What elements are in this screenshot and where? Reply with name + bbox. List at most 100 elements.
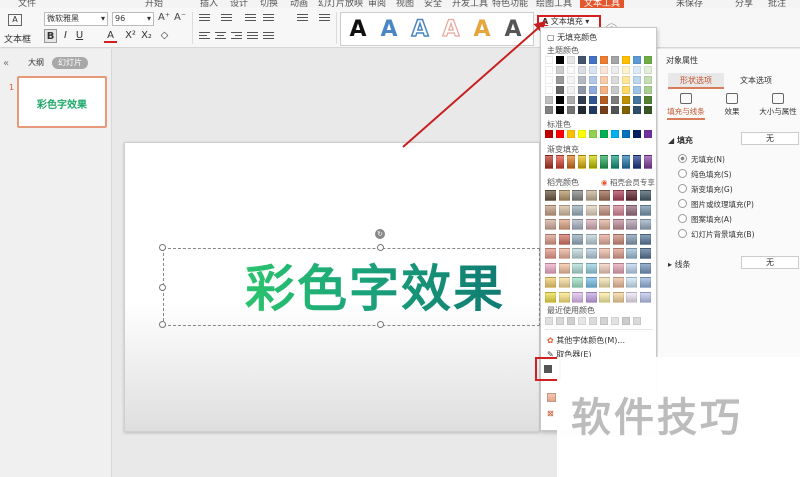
subtab-effects[interactable]: 效果 — [712, 93, 752, 117]
color-swatch[interactable] — [611, 106, 619, 114]
texture-swatch[interactable] — [585, 204, 597, 216]
style-preset-6[interactable]: A — [498, 13, 528, 47]
color-swatch[interactable] — [633, 86, 641, 94]
bullet-list-icon[interactable] — [198, 12, 211, 25]
texture-swatch[interactable] — [585, 277, 597, 288]
color-swatch[interactable] — [633, 56, 641, 64]
texture-swatch[interactable] — [626, 277, 637, 288]
color-swatch[interactable] — [556, 130, 564, 138]
gradient-swatch[interactable] — [644, 155, 652, 169]
unsaved-label[interactable]: 未保存 — [676, 0, 703, 8]
color-swatch[interactable] — [644, 130, 652, 138]
font-name-select[interactable]: 微软雅黑 — [44, 12, 108, 26]
color-swatch[interactable] — [556, 86, 564, 94]
texture-swatch[interactable] — [626, 190, 637, 201]
color-swatch[interactable] — [567, 86, 575, 94]
radio-no-fill[interactable]: 无填充(N) — [678, 154, 725, 165]
resize-handle[interactable] — [377, 244, 384, 251]
texture-swatch[interactable] — [545, 248, 556, 259]
color-swatch[interactable] — [611, 130, 619, 138]
texture-swatch[interactable] — [585, 233, 597, 245]
color-swatch[interactable] — [578, 317, 586, 325]
menu-devtools[interactable]: 开发工具 — [452, 0, 488, 8]
share-button[interactable]: 分享 — [735, 0, 753, 8]
color-swatch[interactable] — [567, 56, 575, 64]
texture-swatch[interactable] — [612, 248, 624, 259]
texture-swatch[interactable] — [599, 248, 610, 259]
style-preset-4[interactable]: A — [436, 13, 466, 47]
more-colors-option[interactable]: ✿ 其他字体颜色(M)... — [547, 335, 625, 346]
gradient-swatch[interactable] — [622, 155, 630, 169]
indent-decrease-icon[interactable] — [244, 12, 257, 25]
color-swatch[interactable] — [567, 76, 575, 84]
menu-design[interactable]: 设计 — [230, 0, 248, 8]
color-swatch[interactable] — [633, 76, 641, 84]
texture-swatch[interactable] — [572, 190, 583, 201]
gradient-swatch[interactable] — [600, 155, 608, 169]
color-swatch[interactable] — [589, 56, 597, 64]
gradient-swatch[interactable] — [545, 155, 553, 169]
texture-swatch[interactable] — [545, 277, 556, 288]
menu-transition[interactable]: 切换 — [260, 0, 278, 8]
font-grow-icon[interactable]: A⁺ — [158, 12, 170, 23]
color-swatch[interactable] — [600, 56, 608, 64]
pattern-option[interactable]: ⊠ — [547, 409, 554, 418]
subtab-fill-line[interactable]: 填充与线条 — [666, 93, 706, 120]
justify-icon[interactable] — [246, 30, 259, 43]
color-swatch[interactable] — [578, 106, 586, 114]
menu-features[interactable]: 特色功能 — [492, 0, 528, 8]
texture-swatch[interactable] — [545, 262, 556, 274]
color-swatch[interactable] — [600, 96, 608, 104]
color-swatch[interactable] — [633, 96, 641, 104]
color-swatch[interactable] — [589, 106, 597, 114]
texture-swatch[interactable] — [599, 204, 610, 216]
texture-swatch[interactable] — [639, 277, 651, 288]
color-swatch[interactable] — [611, 56, 619, 64]
color-swatch[interactable] — [578, 66, 586, 74]
color-swatch[interactable] — [589, 76, 597, 84]
color-swatch[interactable] — [545, 66, 553, 74]
style-preset-1[interactable]: A — [343, 13, 373, 47]
color-swatch[interactable] — [622, 56, 630, 64]
texture-swatch[interactable] — [612, 277, 624, 288]
color-swatch[interactable] — [622, 106, 630, 114]
texture-swatch[interactable] — [572, 204, 583, 216]
texture-swatch[interactable] — [612, 262, 624, 274]
texture-swatch[interactable] — [599, 190, 610, 201]
color-swatch[interactable] — [567, 317, 575, 325]
texture-swatch[interactable] — [599, 233, 610, 245]
slide-title-text[interactable]: 彩色字效果 — [245, 258, 505, 320]
color-swatch[interactable] — [600, 106, 608, 114]
color-swatch[interactable] — [545, 317, 553, 325]
texture-swatch[interactable] — [545, 219, 556, 230]
subscript-button[interactable]: X₂ — [140, 29, 153, 43]
color-swatch[interactable] — [622, 130, 630, 138]
texture-swatch[interactable] — [599, 291, 610, 303]
tab-text-options[interactable]: 文本选项 — [728, 73, 784, 89]
style-preset-3[interactable]: A — [405, 13, 435, 47]
align-right-icon[interactable] — [230, 30, 243, 43]
color-swatch[interactable] — [611, 66, 619, 74]
texture-swatch[interactable] — [585, 291, 597, 303]
menu-animation[interactable]: 动画 — [290, 0, 308, 8]
color-swatch[interactable] — [633, 66, 641, 74]
texture-swatch[interactable] — [572, 233, 583, 245]
color-swatch[interactable] — [633, 317, 641, 325]
italic-button[interactable]: I — [59, 29, 72, 43]
color-swatch[interactable] — [611, 96, 619, 104]
font-shrink-icon[interactable]: A⁻ — [174, 12, 186, 23]
gradient-swatch[interactable] — [567, 155, 575, 169]
color-swatch[interactable] — [578, 76, 586, 84]
menu-text-tools[interactable]: 文本工具 — [580, 0, 625, 8]
fill-section-label[interactable]: ◢ 填充 — [668, 135, 693, 146]
color-swatch[interactable] — [600, 86, 608, 94]
texture-swatch[interactable] — [558, 262, 570, 274]
style-preset-5[interactable]: A — [467, 13, 497, 47]
color-swatch[interactable] — [633, 106, 641, 114]
underline-button[interactable]: U — [73, 29, 86, 43]
style-preset-2[interactable]: A — [374, 13, 404, 47]
texture-swatch[interactable] — [545, 190, 556, 201]
texture-swatch[interactable] — [639, 262, 651, 274]
texture-swatch[interactable] — [572, 291, 583, 303]
texture-swatch[interactable] — [558, 233, 570, 245]
